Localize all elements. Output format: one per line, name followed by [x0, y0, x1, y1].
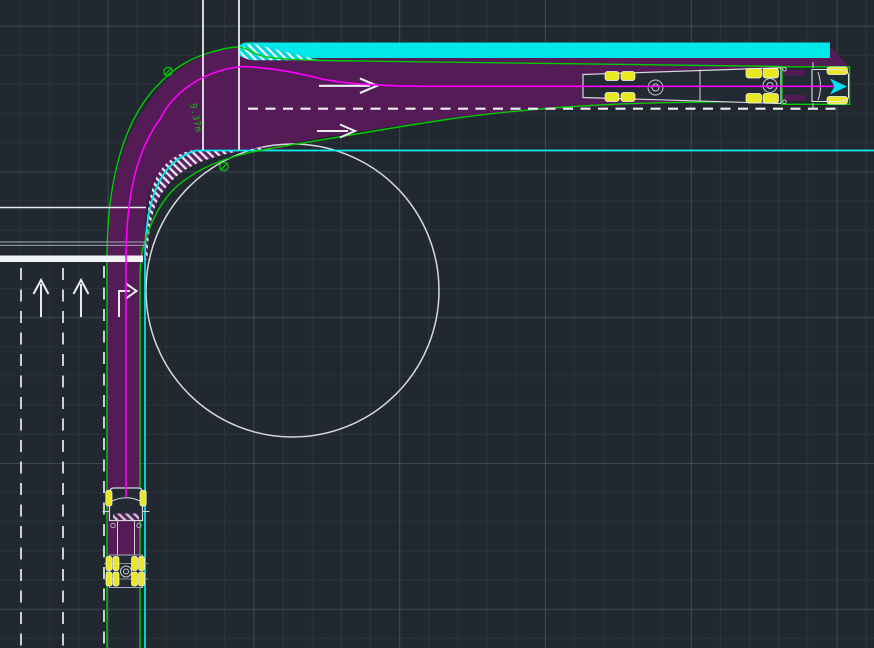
envelope-node-marker [220, 162, 228, 170]
inner-kerb-line [145, 151, 874, 648]
tractor-chassis-upper [783, 70, 805, 76]
turning-radius-circle [146, 144, 439, 437]
median-island [238, 43, 830, 59]
lane-arrow-straight [34, 280, 49, 317]
tractor-chassis-lower [783, 95, 805, 101]
envelope-inner-edge [140, 102, 782, 648]
lane-arrow-straight [74, 280, 89, 317]
cab-front-hatch [113, 514, 139, 521]
swept-path-drawing: 9.37m [0, 0, 874, 648]
cad-drawing-canvas[interactable]: 9.37m [0, 0, 874, 648]
stop-bar [0, 256, 143, 263]
swept-path-envelope-fill [107, 45, 849, 587]
